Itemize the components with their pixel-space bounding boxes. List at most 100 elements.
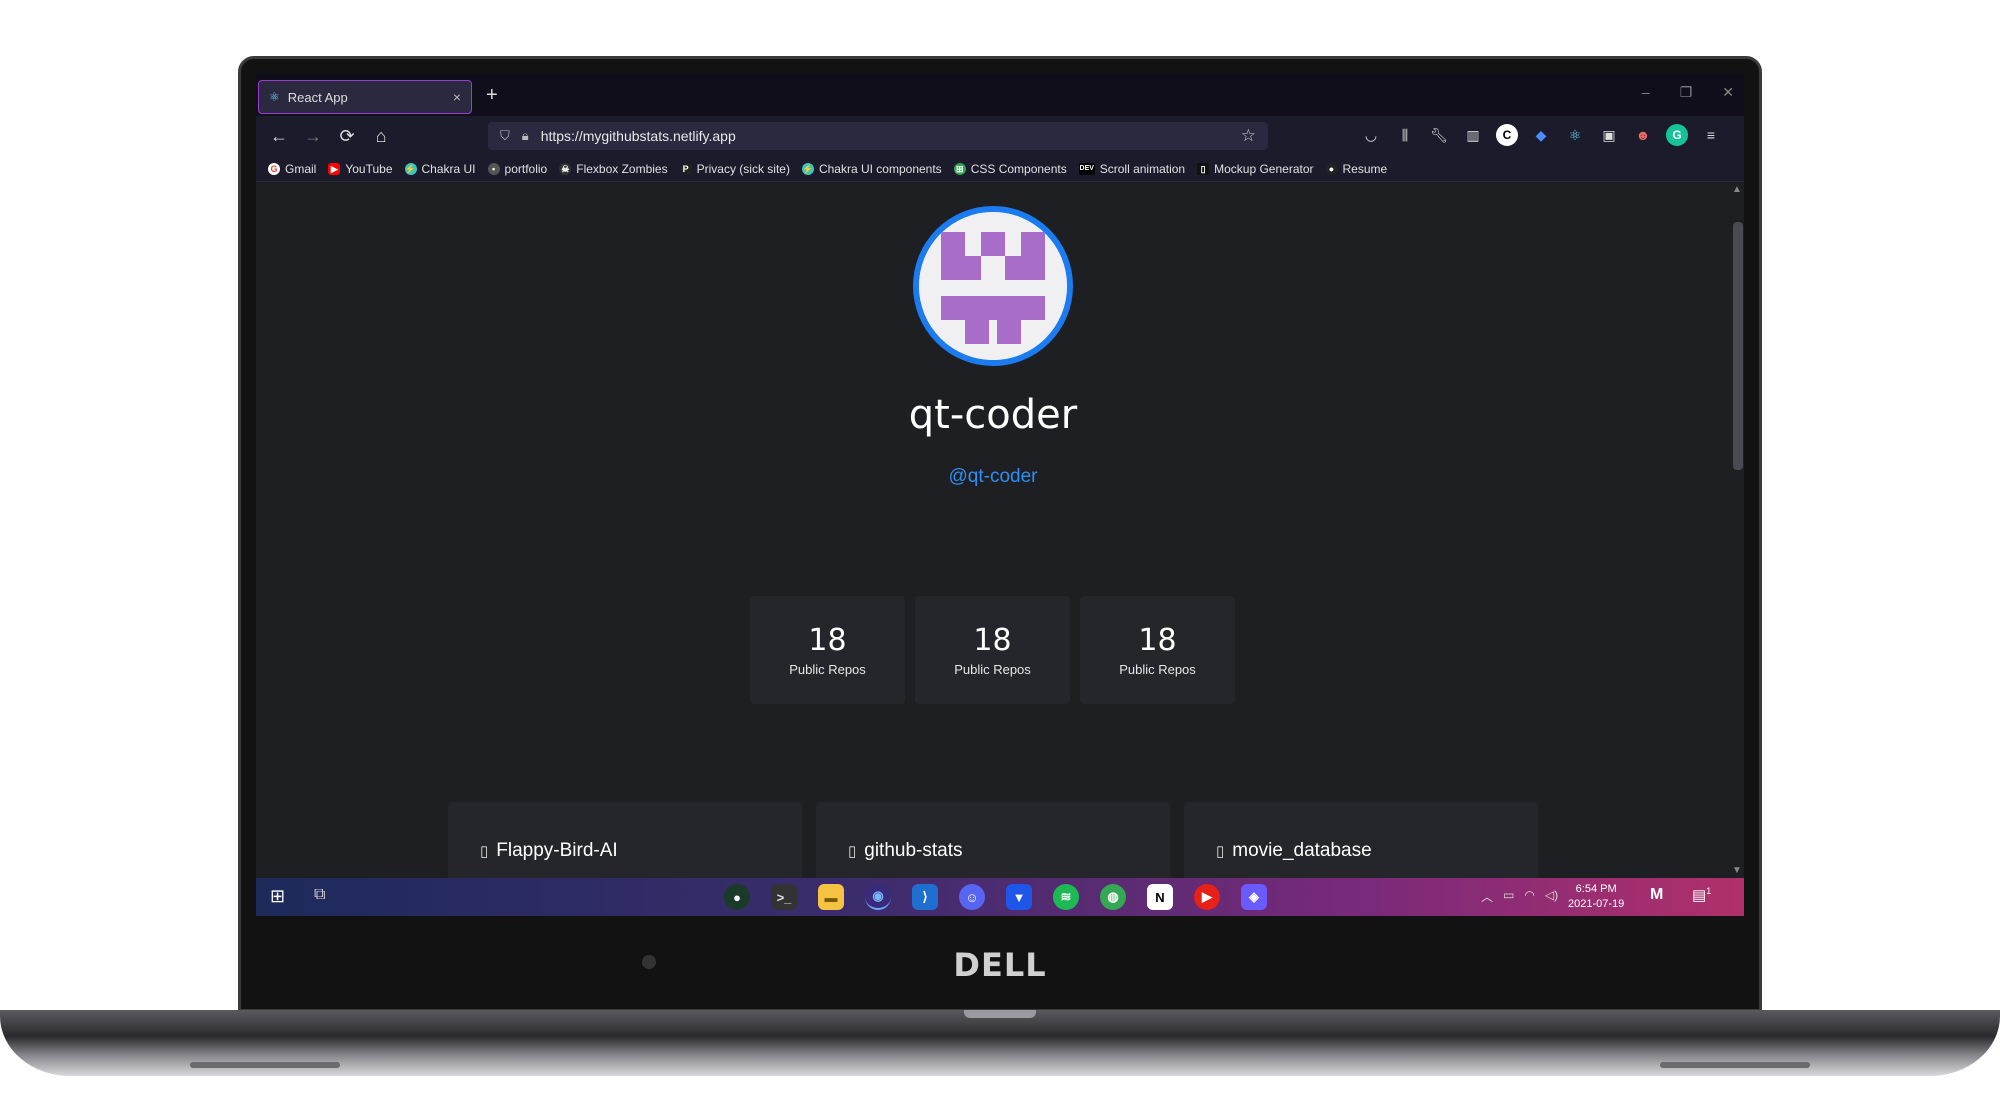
notification-center-icon[interactable]: ▤1 xyxy=(1692,886,1711,904)
shield-icon[interactable]: ⛉ xyxy=(500,128,510,144)
youtube-icon: ▶ xyxy=(328,162,341,175)
taskbar-clock[interactable]: 6:54 PM 2021-07-19 xyxy=(1568,882,1624,912)
extension-screen-icon[interactable]: ▣ xyxy=(1598,124,1620,146)
battery-icon[interactable]: ▭ xyxy=(1503,888,1514,905)
task-view-icon[interactable]: ⧉ xyxy=(314,886,325,904)
bookmark-star-icon[interactable]: ☆ xyxy=(1241,126,1256,146)
bookmark-css-components[interactable]: ⊞ CSS Components xyxy=(953,162,1067,176)
repo-name[interactable]: Flappy-Bird-AI xyxy=(496,840,617,862)
stat-value: 18 xyxy=(808,623,847,658)
wrench-icon[interactable]: 🔧︎ xyxy=(1428,124,1450,146)
firefox-icon[interactable]: ◉ xyxy=(865,884,891,910)
url-text[interactable]: https://mygithubstats.netlify.app xyxy=(541,128,1241,144)
close-tab-icon[interactable]: × xyxy=(453,89,461,105)
profile-handle-link[interactable]: @qt-coder xyxy=(256,466,1730,488)
volume-icon[interactable]: ◁) xyxy=(1545,888,1558,905)
windows-start-icon[interactable]: ⊞ xyxy=(270,886,285,907)
dell-logo: DELL xyxy=(953,946,1047,984)
new-tab-button[interactable]: + xyxy=(486,84,498,107)
clock-time: 6:54 PM xyxy=(1575,883,1617,895)
copilot-app-icon[interactable]: ◈ xyxy=(1241,884,1267,910)
back-button[interactable]: ← xyxy=(262,126,296,147)
dev-icon: DEV xyxy=(1078,162,1095,175)
vscode-icon[interactable]: ⟩ xyxy=(912,884,938,910)
extension-face-icon[interactable]: ☻ xyxy=(1632,124,1654,146)
notion-icon[interactable]: N xyxy=(1147,884,1173,910)
pocket-icon[interactable]: ◡ xyxy=(1360,124,1382,146)
repo-book-icon: ▯ xyxy=(480,843,489,860)
address-bar[interactable]: ⛉ 🔒︎ https://mygithubstats.netlify.app ☆ xyxy=(488,122,1268,150)
bookmark-portfolio[interactable]: • portfolio xyxy=(487,162,547,176)
stat-value: 18 xyxy=(1138,623,1177,658)
bookmark-gmail[interactable]: G Gmail xyxy=(268,162,316,176)
mockup-icon: ▯ xyxy=(1197,162,1210,175)
youtube-music-icon[interactable]: ▶ xyxy=(1194,884,1220,910)
tray-expand-icon[interactable]: ︿ xyxy=(1481,888,1493,905)
library-icon[interactable]: ⫼ xyxy=(1394,124,1416,146)
scroll-down-icon[interactable]: ▼ xyxy=(1732,865,1742,876)
reload-button[interactable]: ⟳ xyxy=(330,126,364,147)
nav-bar: ← → ⟳ ⌂ ⛉ 🔒︎ https://mygithubstats.netli… xyxy=(256,116,1744,156)
laptop-notch xyxy=(964,1010,1036,1018)
page-scrollbar[interactable]: ▲ ▼ xyxy=(1730,182,1744,878)
spotify-icon[interactable]: ≋ xyxy=(1053,884,1079,910)
repo-book-icon: ▯ xyxy=(1216,843,1225,860)
screen: ⚛ React App × + – ❐ ✕ ← → ⟳ ⌂ ⛉ 🔒︎ https… xyxy=(256,74,1744,916)
menu-icon[interactable]: ≡ xyxy=(1700,124,1722,146)
stat-card: 18 Public Repos xyxy=(915,596,1070,704)
taskbar: ⊞ ⧉ ● >_ ▬ ◉ ⟩ ☺ ▼ ≋ ◍ N ▶ ◈ ︿ ▭ ◠ ◁) 6:… xyxy=(256,878,1744,916)
gitkraken-icon[interactable]: ● xyxy=(724,884,750,910)
sidebar-icon[interactable]: ▥ xyxy=(1462,124,1484,146)
lock-icon[interactable]: 🔒︎ xyxy=(522,128,529,144)
bookmarks-bar: G Gmail ▶ YouTube ⚡ Chakra UI • portfolio ☠ F… xyxy=(256,156,1744,182)
laptop-foot-left xyxy=(190,1062,340,1068)
repo-name[interactable]: movie_database xyxy=(1232,840,1371,862)
home-button[interactable]: ⌂ xyxy=(364,126,398,147)
forward-button[interactable]: → xyxy=(296,126,330,147)
bookmark-mockup-generator[interactable]: ▯ Mockup Generator xyxy=(1197,162,1314,176)
bookmark-flexbox-zombies[interactable]: ☠ Flexbox Zombies xyxy=(559,162,668,176)
bookmark-privacy[interactable]: P Privacy (sick site) xyxy=(679,162,790,176)
repo-name[interactable]: github-stats xyxy=(864,840,962,862)
close-window-button[interactable]: ✕ xyxy=(1722,84,1734,101)
restore-button[interactable]: ❐ xyxy=(1680,84,1693,101)
toolbar-icons: ◡ ⫼ 🔧︎ ▥ C ◆ ⚛ ▣ ☻ G ≡ xyxy=(1360,124,1722,146)
minimize-button[interactable]: – xyxy=(1642,84,1650,101)
repo-card[interactable]: ▯ github-stats ★ 0 ⑂ 0 xyxy=(816,802,1170,878)
repo-title: ▯ github-stats xyxy=(848,840,1138,862)
bookmark-chakra-ui[interactable]: ⚡ Chakra UI xyxy=(404,162,476,176)
stat-label: Public Repos xyxy=(789,662,866,677)
wifi-icon[interactable]: ◠ xyxy=(1524,888,1534,905)
stat-value: 18 xyxy=(973,623,1012,658)
react-devtools-icon[interactable]: ⚛ xyxy=(1564,124,1586,146)
terminal-icon[interactable]: >_ xyxy=(771,884,797,910)
vpn-icon[interactable]: ▼ xyxy=(1006,884,1032,910)
identicon-image xyxy=(919,212,1067,360)
repo-card[interactable]: ▯ Flappy-Bird-AI ★ 2 ⑂ 0 xyxy=(448,802,802,878)
css-icon: ⊞ xyxy=(953,162,966,175)
taskbar-apps: ● >_ ▬ ◉ ⟩ ☺ ▼ ≋ ◍ N ▶ ◈ xyxy=(724,884,1267,910)
file-explorer-icon[interactable]: ▬ xyxy=(818,884,844,910)
bookmark-chakra-ui-components[interactable]: ⚡ Chakra UI components xyxy=(801,162,942,176)
meet-now-icon[interactable]: M xyxy=(1650,886,1663,904)
bookmark-youtube[interactable]: ▶ YouTube xyxy=(328,162,393,176)
bookmark-scroll-animation[interactable]: DEV Scroll animation xyxy=(1078,162,1185,176)
grammarly-icon[interactable]: G xyxy=(1666,124,1688,146)
bookmark-resume[interactable]: ● Resume xyxy=(1325,162,1387,176)
repo-title: ▯ Flappy-Bird-AI xyxy=(480,840,770,862)
scroll-up-icon[interactable]: ▲ xyxy=(1732,184,1742,195)
discord-icon[interactable]: ☺ xyxy=(959,884,985,910)
stats-row: 18 Public Repos 18 Public Repos 18 Publi… xyxy=(750,596,1235,704)
webcam xyxy=(642,955,656,969)
repo-list: ▯ Flappy-Bird-AI ★ 2 ⑂ 0 ▯ github-stats … xyxy=(448,802,1538,878)
extension-shield-icon[interactable]: ◆ xyxy=(1530,124,1552,146)
tab-react-app[interactable]: ⚛ React App × xyxy=(258,80,472,114)
repo-title: ▯ movie_database xyxy=(1216,840,1506,862)
laptop-foot-right xyxy=(1660,1062,1810,1068)
extension-c-icon[interactable]: C xyxy=(1496,124,1518,146)
tab-bar: ⚛ React App × + – ❐ ✕ xyxy=(256,74,1744,116)
stat-card: 18 Public Repos xyxy=(1080,596,1235,704)
scroll-thumb[interactable] xyxy=(1733,222,1743,470)
chrome-icon[interactable]: ◍ xyxy=(1100,884,1126,910)
repo-card[interactable]: ▯ movie_database ★ 0 ⑂ 0 xyxy=(1184,802,1538,878)
